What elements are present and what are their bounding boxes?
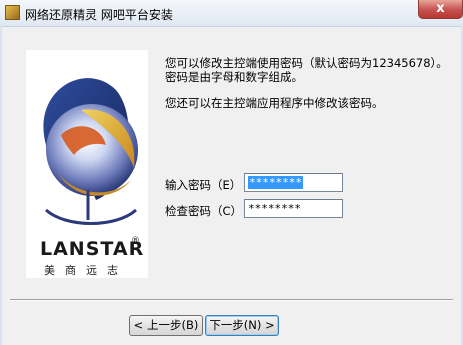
confirm-password-input[interactable]: ******** [244,199,343,218]
brand-name-chinese: 美商远志 [44,264,128,277]
brand-name: LANSTAR [40,238,145,260]
title-bar: 网络还原精灵 网吧平台安装 x [0,0,463,27]
separator [10,299,453,301]
password-input[interactable]: ******** [244,173,343,192]
password-description: 您可以修改主控端使用密码（默认密码为12345678）。密码是由字母和数字组成。 [165,56,448,84]
password-value: ******** [248,176,303,189]
password-label: 输入密码（E） [165,178,242,192]
back-button[interactable]: < 上一步(B) [129,315,203,336]
close-button[interactable]: x [418,0,463,19]
registered-mark: ® [131,236,140,246]
globe-logo-icon [43,78,138,225]
confirm-password-label: 检查密码（C） [165,204,243,218]
app-icon [5,5,20,20]
password-note: 您还可以在主控端应用程序中修改该密码。 [165,96,384,110]
next-button[interactable]: 下一步(N) > [205,315,279,336]
window-frame-left [0,26,2,345]
window-title: 网络还原精灵 网吧平台安装 [25,8,173,22]
logo-panel: LANSTAR ® 美商远志 [26,50,148,278]
confirm-password-value: ******** [248,202,301,215]
